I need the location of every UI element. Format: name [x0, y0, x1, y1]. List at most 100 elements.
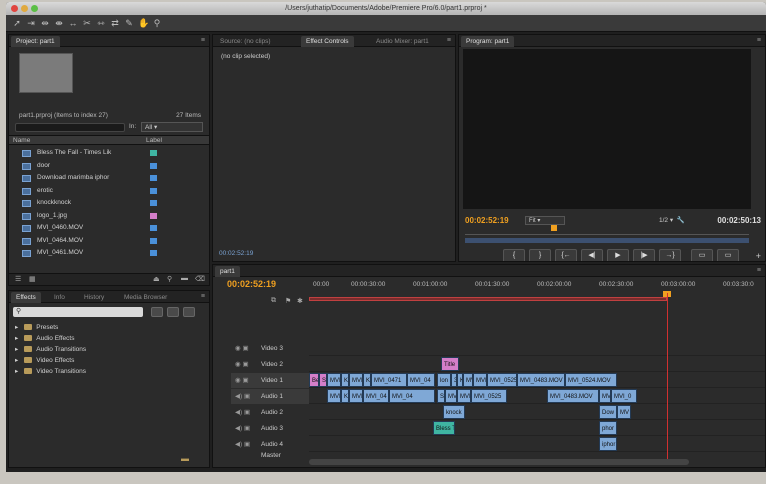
timeline-clip[interactable]: MVI_0 — [327, 373, 341, 387]
track-audio-3[interactable]: Bless T phor — [309, 421, 765, 436]
track-header-audio-1[interactable]: ◀) ▣ Audio 1 — [231, 389, 309, 404]
timeline-clip[interactable]: MVI_04 — [363, 389, 389, 403]
timeline-clip[interactable]: Bless T — [433, 421, 455, 435]
tab-source[interactable]: Source: (no clips) — [215, 36, 276, 47]
timeline-clip[interactable]: MVI_0525 — [487, 373, 517, 387]
timeline-clip[interactable]: MVI_0483.MOV — [517, 373, 565, 387]
track-video-1[interactable]: BeSMVI_0KMVI_0KMVI_0471MVI_04lon3KMVMVI_… — [309, 373, 765, 388]
panel-menu-icon[interactable]: ≡ — [757, 267, 761, 274]
track-audio-4[interactable]: iphor — [309, 437, 765, 452]
track-header-video-1[interactable]: ◉ ▣ Video 1 — [231, 373, 309, 388]
yuv-effects-icon[interactable] — [183, 307, 195, 317]
timeline-clip[interactable]: Dow — [599, 405, 617, 419]
timeline-clip[interactable]: Be — [309, 373, 319, 387]
column-label[interactable]: Label — [146, 136, 162, 145]
panel-menu-icon[interactable]: ≡ — [757, 37, 761, 44]
timeline-playhead[interactable] — [667, 293, 668, 463]
timeline-clip[interactable]: MVI_0524.MOV — [565, 373, 617, 387]
program-timecode[interactable]: 00:02:52:19 — [465, 216, 509, 225]
track-header-video-2[interactable]: ◉ ▣ Video 2 — [231, 357, 309, 372]
mark-out-button[interactable]: } — [529, 249, 551, 261]
slip-tool-icon[interactable]: ⇿ — [96, 18, 106, 28]
track-select-tool-icon[interactable]: ⇥ — [26, 18, 36, 28]
timeline-clip[interactable]: MV — [445, 389, 457, 403]
tab-audio-mixer[interactable]: Audio Mixer: part1 — [371, 36, 434, 47]
ripple-edit-tool-icon[interactable]: ⇹ — [40, 18, 50, 28]
project-item[interactable]: Bless The Fall - Times Lik — [9, 147, 205, 159]
timeline-clip[interactable]: MVI_0483.MOV — [547, 389, 599, 403]
rolling-edit-tool-icon[interactable]: ⇼ — [54, 18, 64, 28]
program-scrub-bar[interactable] — [465, 238, 749, 243]
timeline-clip[interactable]: MVI_ — [473, 373, 487, 387]
new-bin-icon[interactable]: ▬ — [181, 275, 188, 282]
project-search-input[interactable] — [15, 123, 125, 132]
accelerated-effects-icon[interactable] — [151, 307, 163, 317]
project-item[interactable]: door — [9, 160, 205, 172]
timeline-clip[interactable]: MVI_04 — [407, 373, 435, 387]
timeline-clip[interactable]: MVI_0 — [611, 389, 637, 403]
timeline-clip[interactable]: lon — [437, 373, 451, 387]
timeline-clip[interactable]: MVI_0 — [349, 389, 363, 403]
program-playhead-icon[interactable] — [551, 225, 557, 231]
find-icon[interactable]: ⚲ — [167, 275, 172, 283]
speaker-icon[interactable]: ◀) ▣ — [235, 389, 250, 404]
eye-icon[interactable]: ◉ ▣ — [235, 373, 249, 388]
go-to-in-button[interactable]: {← — [555, 249, 577, 261]
timeline-clip[interactable]: MVI_0471 — [371, 373, 407, 387]
selection-tool-icon[interactable]: ➚ — [12, 18, 22, 28]
extract-button[interactable]: ▭ — [717, 249, 739, 261]
track-audio-2[interactable]: knock Dow MV — [309, 405, 765, 420]
track-header-audio-3[interactable]: ◀) ▣ Audio 3 — [231, 421, 309, 436]
track-video-3[interactable] — [309, 341, 765, 356]
timeline-ruler[interactable]: 00:00 00:00:30:00 00:01:00:00 00:01:30:0… — [309, 279, 765, 297]
folder-audio-effects[interactable]: ▸ Audio Effects — [15, 334, 74, 344]
timeline-clip[interactable]: MV — [463, 373, 473, 387]
razor-tool-icon[interactable]: ✂ — [82, 18, 92, 28]
project-item[interactable]: MVI_0464.MOV — [9, 235, 205, 247]
zoom-fit-select[interactable]: Fit ▾ — [525, 216, 565, 225]
pen-tool-icon[interactable]: ✎ — [124, 18, 134, 28]
timeline-clip[interactable]: K — [363, 373, 371, 387]
folder-video-effects[interactable]: ▸ Video Effects — [15, 356, 74, 366]
timeline-clip[interactable]: K — [341, 373, 349, 387]
timeline-clip[interactable]: MVI — [599, 389, 611, 403]
folder-presets[interactable]: ▸ Presets — [15, 323, 58, 333]
go-to-out-button[interactable]: →} — [659, 249, 681, 261]
track-header-audio-4[interactable]: ◀) ▣ Audio 4 — [231, 437, 309, 452]
tab-project[interactable]: Project: part1 — [11, 36, 60, 47]
track-header-audio-2[interactable]: ◀) ▣ Audio 2 — [231, 405, 309, 420]
timeline-timecode[interactable]: 00:02:52:19 — [227, 279, 276, 289]
timeline-clip[interactable]: K — [341, 389, 349, 403]
timeline-clip[interactable]: Title — [441, 357, 459, 371]
eye-icon[interactable]: ◉ ▣ — [235, 357, 249, 372]
timeline-clip[interactable]: iphor — [599, 437, 617, 451]
tab-sequence[interactable]: part1 — [215, 266, 240, 277]
mark-in-button[interactable]: { — [503, 249, 525, 261]
track-header-video-3[interactable]: ◉ ▣ Video 3 — [231, 341, 309, 356]
zoom-icon[interactable] — [31, 5, 38, 12]
column-name[interactable]: Name — [13, 136, 30, 145]
32-bit-effects-icon[interactable] — [167, 307, 179, 317]
icon-view-icon[interactable]: ▦ — [29, 275, 36, 283]
timeline-clip[interactable]: MVI_0525 — [471, 389, 507, 403]
project-item[interactable]: knockknock — [9, 197, 205, 209]
add-marker-icon[interactable]: ⚑ — [285, 297, 291, 305]
timeline-clip[interactable]: S — [319, 373, 327, 387]
effects-search-input[interactable]: ⚲ — [13, 307, 143, 317]
effect-controls-timecode[interactable]: 00:02:52:19 — [219, 250, 253, 257]
list-view-icon[interactable]: ☰ — [15, 275, 21, 283]
zoom-tool-icon[interactable]: ⚲ — [152, 18, 162, 28]
tab-program[interactable]: Program: part1 — [461, 36, 515, 47]
tab-effects[interactable]: Effects — [11, 292, 41, 303]
automate-icon[interactable]: ⏏ — [153, 275, 160, 283]
add-button-icon[interactable]: + — [756, 251, 761, 261]
timeline-clip[interactable]: MV — [617, 405, 631, 419]
project-item[interactable]: logo_1.jpg — [9, 210, 205, 222]
close-icon[interactable] — [11, 5, 18, 12]
program-viewer[interactable] — [463, 49, 751, 209]
new-custom-bin-icon[interactable]: ▬ — [181, 454, 189, 463]
timeline-clip[interactable]: MVI_0 — [349, 373, 363, 387]
tab-effect-controls[interactable]: Effect Controls — [301, 36, 354, 47]
hand-tool-icon[interactable]: ✋ — [138, 18, 149, 28]
settings-icon[interactable]: ✱ — [297, 297, 303, 305]
